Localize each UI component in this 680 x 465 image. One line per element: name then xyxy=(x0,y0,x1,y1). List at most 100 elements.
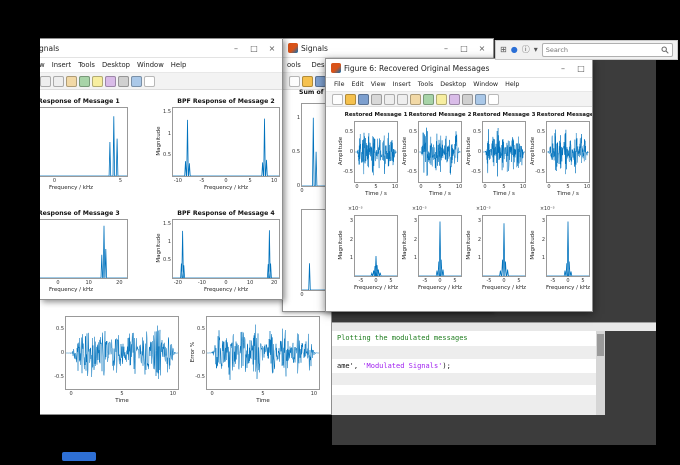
plot-s2 xyxy=(418,215,462,277)
x-tick-label: 0 xyxy=(355,184,359,190)
x-tick-label: 5 xyxy=(517,278,521,284)
x-axis-label: Time / s xyxy=(429,191,451,197)
x-tick-label: 10 xyxy=(246,280,254,286)
menu-edit[interactable]: Edit xyxy=(352,81,364,88)
zoom-in-icon[interactable] xyxy=(40,75,51,87)
x-tick-label: 5 xyxy=(389,278,393,284)
menu-file[interactable]: File xyxy=(334,81,345,88)
x-tick-label: 0 xyxy=(483,184,487,190)
x-tick-label: 5 xyxy=(502,184,506,190)
y-axis-label: Amplitude xyxy=(402,136,408,166)
menu-view[interactable]: View xyxy=(40,61,45,69)
caret-down-icon[interactable]: ▾ xyxy=(534,46,538,54)
print-icon[interactable] xyxy=(371,93,382,105)
minimize-button[interactable]: – xyxy=(227,39,245,58)
user-badge-icon[interactable]: ● xyxy=(511,46,518,54)
x-tick-label: 5 xyxy=(118,178,122,184)
x-tick-label: 0 xyxy=(566,278,570,284)
y-axis-label: Amplitude xyxy=(530,136,536,166)
sum-window-controls: – □ × xyxy=(437,39,491,58)
plot-r4 xyxy=(546,121,590,183)
x-axis-label: Frequency / kHz xyxy=(204,287,248,293)
x-axis-label: Frequency / kHz xyxy=(354,285,398,291)
window-filtered-signals-content: Filtered Signals –□× FileEditViewInsertT… xyxy=(40,39,282,299)
brush-icon[interactable] xyxy=(105,75,116,87)
x-tick-label: 10 xyxy=(583,184,591,190)
plot-bpf3 xyxy=(40,219,128,279)
x-tick-label: 10 xyxy=(85,280,92,286)
info-icon[interactable]: ⓘ xyxy=(522,46,530,54)
brush-icon[interactable] xyxy=(449,93,460,105)
menu-help[interactable]: Help xyxy=(171,61,187,69)
x-axis-label: Time xyxy=(256,398,270,404)
menu-help[interactable]: Help xyxy=(505,81,519,88)
maximize-button[interactable]: □ xyxy=(572,59,590,78)
editor-pane[interactable]: Plotting the modulated messages ame', 'M… xyxy=(332,331,596,415)
taskbar-app-chip[interactable] xyxy=(62,452,96,461)
fig6-titlebar[interactable]: Figure 6: Recovered Original Messages – □ xyxy=(326,59,592,78)
maximize-button[interactable]: □ xyxy=(245,39,263,58)
open-icon[interactable] xyxy=(302,75,313,87)
menu-tools[interactable]: Tools xyxy=(418,81,434,88)
close-button[interactable]: × xyxy=(263,39,281,58)
editor-band xyxy=(332,373,596,385)
menu-insert[interactable]: Insert xyxy=(52,61,72,69)
save-icon[interactable] xyxy=(358,93,369,105)
data-cursor-icon[interactable] xyxy=(92,75,103,87)
pan-icon[interactable] xyxy=(66,75,77,87)
editor-scrollbar-thumb[interactable] xyxy=(597,334,604,356)
search-box[interactable] xyxy=(541,43,673,57)
sum-window-titlebar[interactable]: Signals – □ × xyxy=(283,39,493,58)
colorbar-icon[interactable] xyxy=(475,93,486,105)
colorbar-icon[interactable] xyxy=(131,75,142,87)
y-axis-label: Magnitude xyxy=(338,230,344,260)
x-tick-label: 0 xyxy=(224,280,228,286)
menu-window[interactable]: Window xyxy=(137,61,164,69)
link-plot-icon[interactable] xyxy=(118,75,129,87)
y-tick-label: 0.5 xyxy=(56,326,64,332)
plot-title: BPF Response of Message 1 xyxy=(40,98,120,105)
signal-trace xyxy=(355,132,397,176)
apps-icon[interactable]: ⊞ xyxy=(500,46,507,54)
rotate-icon[interactable] xyxy=(423,93,434,105)
editor-scrollbar[interactable] xyxy=(596,331,605,415)
minimize-button[interactable]: – xyxy=(554,59,572,78)
x-axis-label: Time / s xyxy=(365,191,387,197)
open-icon[interactable] xyxy=(345,93,356,105)
bpf-window-toolbar xyxy=(40,72,282,90)
y-axis-label: Amplitude xyxy=(338,136,344,166)
x-tick-label: 0 xyxy=(69,391,73,397)
pan-icon[interactable] xyxy=(410,93,421,105)
menu-insert[interactable]: Insert xyxy=(393,81,411,88)
legend-icon[interactable] xyxy=(144,75,155,87)
data-cursor-icon[interactable] xyxy=(436,93,447,105)
x-tick-label: 10 xyxy=(310,391,318,397)
new-figure-icon[interactable] xyxy=(289,75,300,87)
rotate-icon[interactable] xyxy=(79,75,90,87)
search-input[interactable] xyxy=(545,46,659,54)
x-tick-label: 5 xyxy=(453,278,457,284)
top-search-toolbar: ⊞ ● ⓘ ▾ xyxy=(495,40,678,60)
menu-tools[interactable]: Tools xyxy=(78,61,95,69)
plot-modA xyxy=(65,316,179,390)
x-tick-label: 0 xyxy=(56,280,60,286)
zoom-in-icon[interactable] xyxy=(384,93,395,105)
signal-trace xyxy=(173,230,279,279)
zoom-out-icon[interactable] xyxy=(397,93,408,105)
menu-window[interactable]: Window xyxy=(473,81,498,88)
menu-desktop[interactable]: Desktop xyxy=(102,61,130,69)
maximize-button[interactable]: □ xyxy=(455,39,473,58)
link-plot-icon[interactable] xyxy=(462,93,473,105)
minimize-button[interactable]: – xyxy=(437,39,455,58)
legend-icon[interactable] xyxy=(488,93,499,105)
bpf-window-titlebar[interactable]: Filtered Signals –□× xyxy=(40,39,282,58)
close-button[interactable]: × xyxy=(473,39,491,58)
menu-desktop[interactable]: Desktop xyxy=(440,81,466,88)
x-tick-label: 0 xyxy=(419,184,423,190)
zoom-out-icon[interactable] xyxy=(53,75,64,87)
new-figure-icon[interactable] xyxy=(332,93,343,105)
x-tick-label: 5 xyxy=(566,184,570,190)
plot-r3 xyxy=(482,121,526,183)
menu-view[interactable]: View xyxy=(371,81,386,88)
x-axis-label: Time / s xyxy=(493,191,515,197)
